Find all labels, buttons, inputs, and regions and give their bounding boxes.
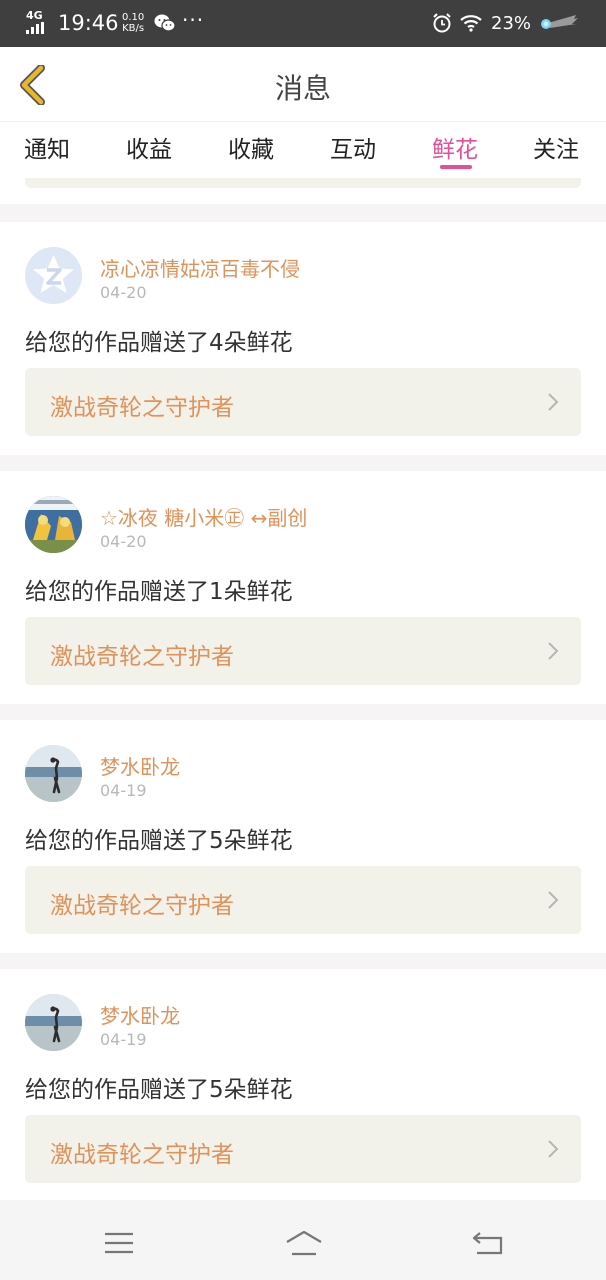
photo-avatar-image <box>25 745 82 802</box>
message-card: 梦水卧龙 04-19 给您的作品赠送了5朵鲜花 激战奇轮之守护者 <box>0 969 606 1202</box>
message-text: 给您的作品赠送了4朵鲜花 <box>25 330 293 356</box>
sender-name[interactable]: 梦水卧龙 <box>100 1000 180 1029</box>
signal-icon <box>26 22 48 34</box>
page-title: 消息 <box>274 72 331 105</box>
home-icon[interactable] <box>285 1230 323 1256</box>
previous-work-box-edge[interactable] <box>25 178 581 188</box>
status-bar: 4G 19:46 0.10 KB/s ··· 23% <box>0 0 606 47</box>
alarm-icon <box>433 13 451 33</box>
wechat-icon <box>154 14 176 32</box>
sender-name[interactable]: ☆冰夜 糖小米㊣ ↔副创 <box>100 502 307 531</box>
tab-favorites[interactable]: 收藏 <box>228 130 274 164</box>
wifi-icon <box>460 15 482 32</box>
message-date: 04-19 <box>100 781 147 800</box>
net-speed-unit: KB/s <box>122 23 145 34</box>
message-card: 凉心凉情姑凉百毒不侵 04-20 给您的作品赠送了4朵鲜花 激战奇轮之守护者 <box>0 222 606 455</box>
photo-avatar[interactable] <box>25 745 82 802</box>
tab-flowers[interactable]: 鲜花 <box>432 130 478 164</box>
network-type: 4G <box>26 9 43 22</box>
net-speed: 0.10 KB/s <box>122 12 144 34</box>
tab-follows[interactable]: 关注 <box>533 130 579 164</box>
message-date: 04-20 <box>100 283 147 302</box>
photo-avatar-image <box>25 994 82 1051</box>
tab-interactions[interactable]: 互动 <box>330 130 376 164</box>
menu-icon[interactable] <box>102 1230 136 1256</box>
header: 消息 <box>0 47 606 122</box>
work-title: 激战奇轮之守护者 <box>50 1142 234 1168</box>
default-avatar[interactable] <box>25 247 82 304</box>
battery-level: 23% <box>491 13 532 34</box>
chevron-right-icon <box>548 642 559 660</box>
default-avatar-icon <box>33 255 74 293</box>
more-notifications: ··· <box>182 8 205 32</box>
work-title: 激战奇轮之守护者 <box>50 644 234 670</box>
tab-notifications[interactable]: 通知 <box>24 130 70 164</box>
sender-name[interactable]: 凉心凉情姑凉百毒不侵 <box>100 253 300 282</box>
photo-avatar[interactable] <box>25 994 82 1051</box>
chevron-right-icon <box>548 393 559 411</box>
work-link[interactable]: 激战奇轮之守护者 <box>25 368 581 436</box>
message-text: 给您的作品赠送了5朵鲜花 <box>25 828 293 854</box>
message-text: 给您的作品赠送了5朵鲜花 <box>25 1077 293 1103</box>
tab-earnings[interactable]: 收益 <box>126 130 172 164</box>
system-nav-bar <box>0 1200 606 1280</box>
message-card: 梦水卧龙 04-19 给您的作品赠送了5朵鲜花 激战奇轮之守护者 <box>0 720 606 953</box>
comet-icon <box>541 15 578 29</box>
work-link[interactable]: 激战奇轮之守护者 <box>25 866 581 934</box>
back-icon[interactable] <box>471 1230 505 1256</box>
message-date: 04-19 <box>100 1030 147 1049</box>
net-speed-value: 0.10 <box>122 12 145 23</box>
message-date: 04-20 <box>100 532 147 551</box>
cartoon-avatar[interactable] <box>25 496 82 553</box>
clock: 19:46 <box>58 11 119 35</box>
message-text: 给您的作品赠送了1朵鲜花 <box>25 579 293 605</box>
work-link[interactable]: 激战奇轮之守护者 <box>25 1115 581 1183</box>
sender-name[interactable]: 梦水卧龙 <box>100 751 180 780</box>
work-title: 激战奇轮之守护者 <box>50 395 234 421</box>
chevron-right-icon <box>548 891 559 909</box>
chevron-right-icon <box>548 1140 559 1158</box>
message-card: ☆冰夜 糖小米㊣ ↔副创 04-20 给您的作品赠送了1朵鲜花 激战奇轮之守护者 <box>0 471 606 704</box>
work-title: 激战奇轮之守护者 <box>50 893 234 919</box>
tab-bar: 通知 收益 收藏 互动 鲜花 关注 <box>0 122 606 178</box>
active-tab-indicator <box>440 165 472 169</box>
cartoon-avatar-image <box>25 496 82 553</box>
work-link[interactable]: 激战奇轮之守护者 <box>25 617 581 685</box>
